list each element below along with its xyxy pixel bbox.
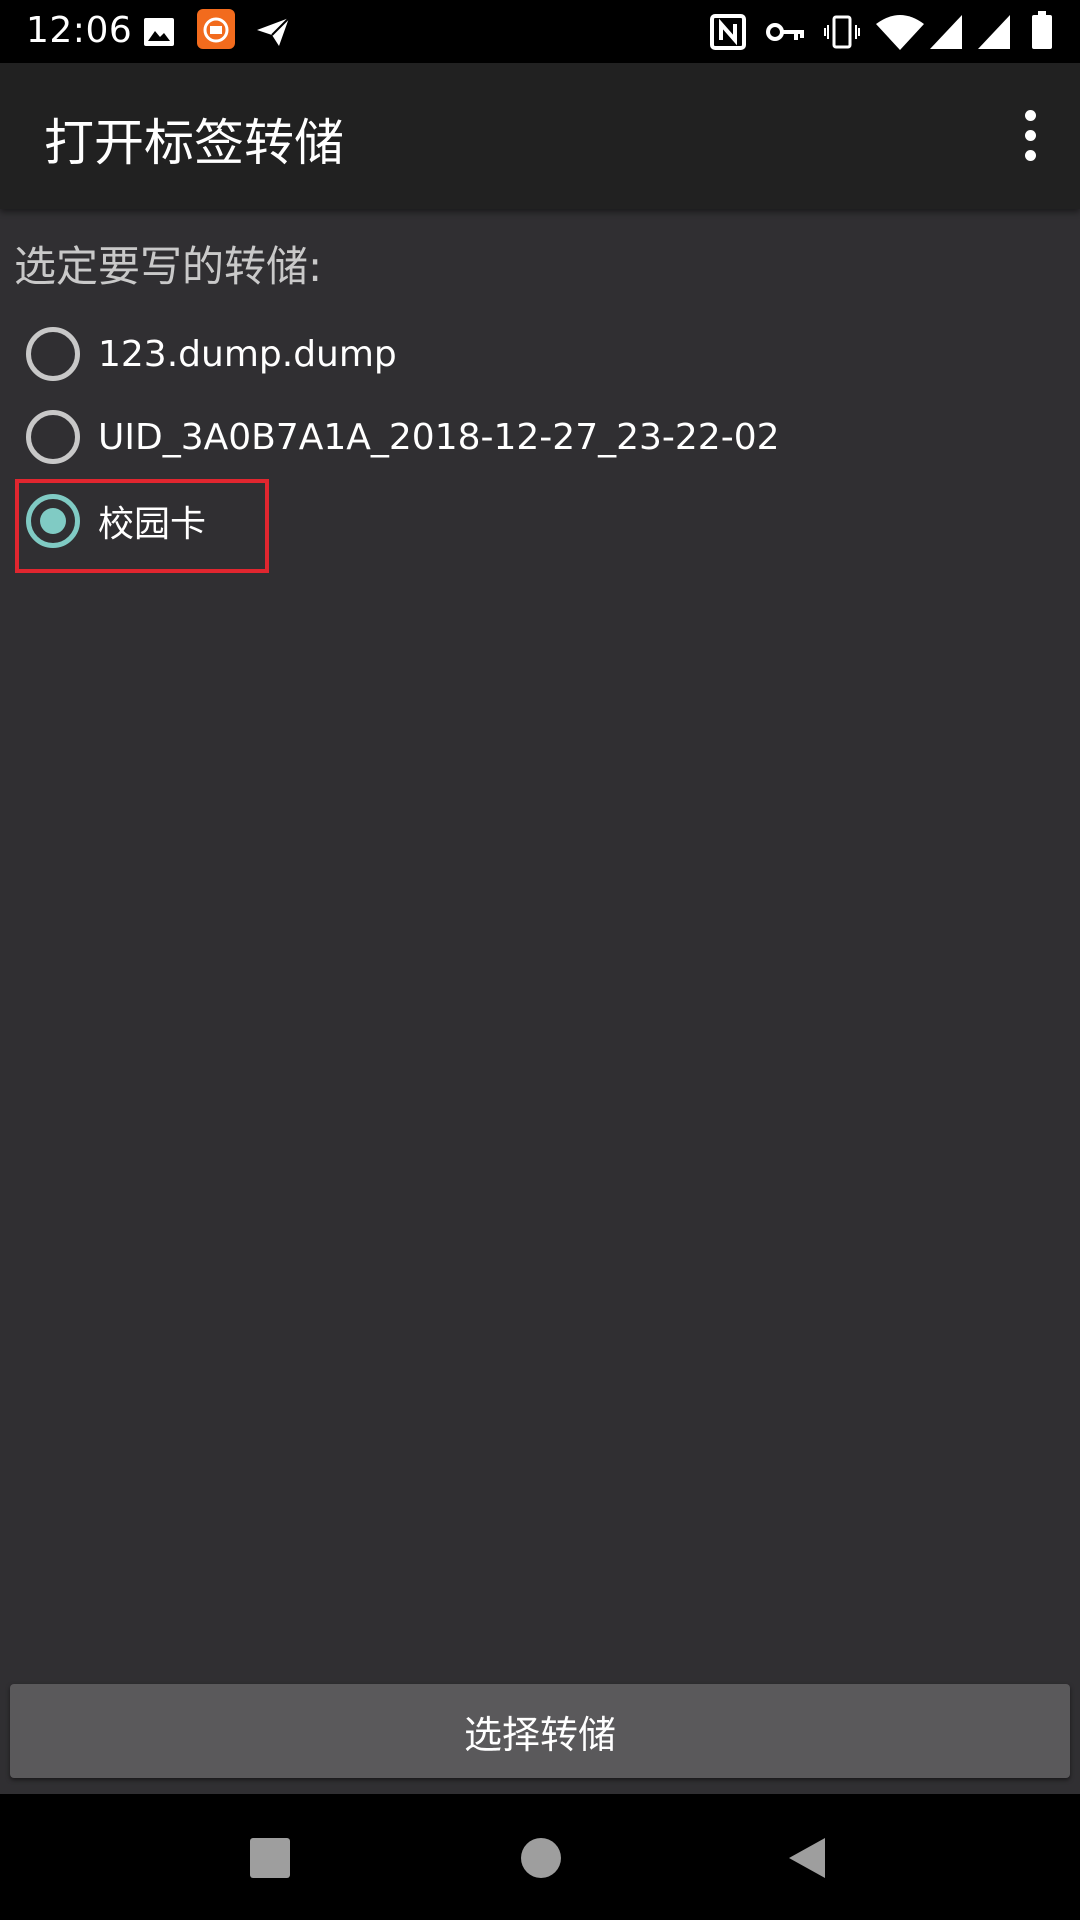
navigation-bar	[0, 1794, 1080, 1920]
menu-dot	[1024, 109, 1036, 121]
home-circle-icon[interactable]	[521, 1838, 561, 1878]
app-bar: 打开标签转储	[0, 63, 1080, 209]
dump-option-1[interactable]: 123.dump.dump	[26, 324, 397, 384]
send-icon	[255, 14, 291, 50]
nfc-icon	[710, 14, 746, 50]
select-dump-prompt: 选定要写的转储:	[14, 242, 323, 291]
recents-square-icon[interactable]	[250, 1838, 290, 1878]
status-bar: 12:06	[0, 0, 1080, 63]
menu-dot	[1024, 129, 1036, 141]
key-icon	[766, 14, 806, 50]
dump-option-label: 123.dump.dump	[98, 333, 397, 375]
signal-icon	[930, 14, 962, 50]
status-time: 12:06	[26, 10, 133, 51]
wifi-icon	[876, 14, 924, 50]
vibrate-icon	[824, 14, 860, 50]
signal-icon-2	[978, 14, 1010, 50]
page-title: 打开标签转储	[44, 114, 344, 172]
dump-option-2[interactable]: UID_3A0B7A1A_2018-12-27_23-22-02	[26, 407, 780, 467]
more-vert-icon[interactable]	[994, 99, 1066, 171]
image-icon	[143, 14, 175, 50]
radio-button-unchecked[interactable]	[26, 327, 80, 381]
dump-option-label: UID_3A0B7A1A_2018-12-27_23-22-02	[98, 416, 780, 458]
dump-selection-panel: 选定要写的转储: 123.dump.dump UID_3A0B7A1A_2018…	[0, 209, 1080, 1789]
mi-app-icon	[197, 9, 235, 49]
radio-button-unchecked[interactable]	[26, 410, 80, 464]
select-dump-button[interactable]: 选择转储	[10, 1684, 1070, 1778]
highlight-annotation-box	[15, 479, 269, 573]
back-triangle-icon[interactable]	[787, 1836, 827, 1880]
menu-dot	[1024, 149, 1036, 161]
battery-icon	[1032, 11, 1052, 49]
